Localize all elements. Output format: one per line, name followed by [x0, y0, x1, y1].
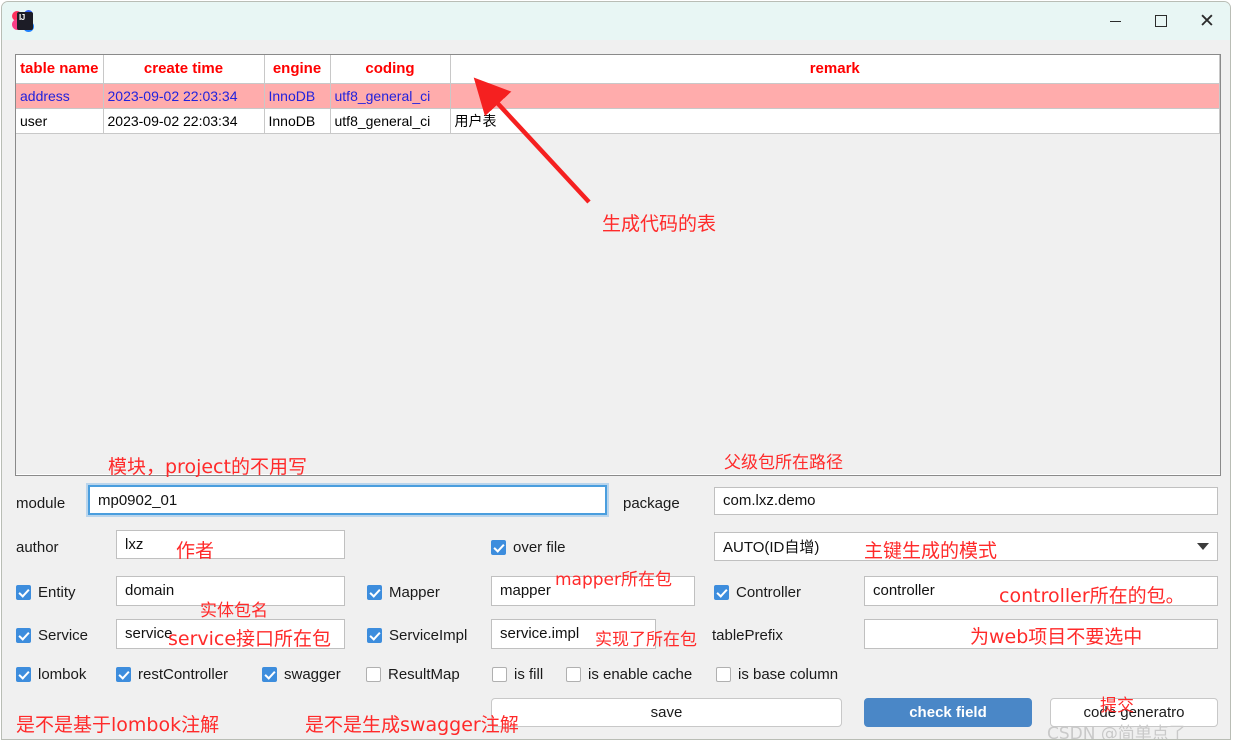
tables-grid[interactable]: table name create time engine coding rem… [15, 54, 1221, 476]
checkbox-box [16, 585, 31, 600]
is-base-column-checkbox[interactable]: is base column [716, 666, 838, 683]
is-base-column-label: is base column [738, 666, 839, 683]
column-header-remark[interactable]: remark [450, 55, 1220, 84]
table-prefix-label: tablePrefix [712, 627, 783, 644]
service-package-input[interactable]: service [116, 619, 345, 649]
lombok-label: lombok [38, 666, 87, 683]
package-input[interactable]: com.lxz.demo [714, 487, 1218, 515]
window-controls: ✕ [1092, 2, 1230, 40]
id-type-value: AUTO(ID自增) [723, 539, 820, 556]
checkbox-box [492, 667, 507, 682]
column-header-coding[interactable]: coding [330, 55, 451, 84]
table-row[interactable]: address 2023-09-02 22:03:34 InnoDB utf8_… [16, 83, 1220, 109]
checkbox-box [16, 667, 31, 682]
title-bar: ✕ [2, 2, 1230, 40]
checkbox-box [714, 585, 729, 600]
author-input[interactable]: lxz [116, 530, 345, 559]
entity-label: Entity [38, 584, 76, 601]
chevron-down-icon [1197, 543, 1209, 550]
column-header-table-name[interactable]: table name [16, 55, 104, 84]
checkbox-box [116, 667, 131, 682]
cell-engine: InnoDB [264, 108, 331, 134]
close-icon[interactable]: ✕ [1184, 2, 1230, 40]
entity-package-input[interactable]: domain [116, 576, 345, 606]
checkbox-box [262, 667, 277, 682]
service-impl-label: ServiceImpl [389, 627, 468, 644]
checkbox-box [366, 667, 381, 682]
checkbox-box [367, 585, 382, 600]
save-button[interactable]: save [491, 698, 842, 727]
lombok-checkbox[interactable]: lombok [16, 666, 86, 683]
intellij-idea-logo-icon [12, 10, 34, 32]
code-generator-button[interactable]: code generatro [1050, 698, 1218, 727]
is-fill-label: is fill [514, 666, 544, 683]
maximize-icon[interactable] [1138, 2, 1184, 40]
application-window: ✕ table name create time engine coding r… [0, 0, 1234, 742]
window-frame: ✕ table name create time engine coding r… [1, 1, 1231, 740]
id-type-select[interactable]: AUTO(ID自增) [714, 532, 1218, 561]
module-label: module [16, 495, 66, 512]
rest-controller-checkbox[interactable]: restController [116, 666, 228, 683]
checkbox-box [367, 628, 382, 643]
check-field-button[interactable]: check field [864, 698, 1032, 727]
checkbox-box [491, 540, 506, 555]
cell-table-name: user [16, 108, 104, 134]
mapper-checkbox[interactable]: Mapper [367, 584, 440, 601]
controller-package-input[interactable]: controller [864, 576, 1218, 606]
cell-create-time: 2023-09-02 22:03:34 [103, 108, 265, 134]
cell-coding: utf8_general_ci [330, 108, 451, 134]
service-checkbox[interactable]: Service [16, 627, 88, 644]
swagger-checkbox[interactable]: swagger [262, 666, 341, 683]
author-label: author [16, 539, 59, 556]
controller-checkbox[interactable]: Controller [714, 584, 801, 601]
cell-remark [450, 83, 1220, 109]
cell-engine: InnoDB [264, 83, 331, 109]
cell-coding: utf8_general_ci [330, 83, 451, 109]
checkbox-box [566, 667, 581, 682]
over-file-checkbox[interactable]: over file [491, 539, 566, 556]
table-row[interactable]: user 2023-09-02 22:03:34 InnoDB utf8_gen… [16, 108, 1220, 134]
generator-form: module mp0902_01 package com.lxz.demo au… [2, 482, 1230, 739]
minimize-icon[interactable] [1092, 2, 1138, 40]
is-fill-checkbox[interactable]: is fill [492, 666, 543, 683]
result-map-checkbox[interactable]: ResultMap [366, 666, 460, 683]
table-prefix-input[interactable] [864, 619, 1218, 649]
checkbox-box [716, 667, 731, 682]
is-enable-cache-checkbox[interactable]: is enable cache [566, 666, 692, 683]
service-impl-package-input[interactable]: service.impl [491, 619, 656, 649]
package-label: package [623, 495, 680, 512]
module-input[interactable]: mp0902_01 [88, 485, 607, 515]
mapper-package-input[interactable]: mapper [491, 576, 695, 606]
swagger-label: swagger [284, 666, 341, 683]
column-header-engine[interactable]: engine [264, 55, 331, 84]
cell-table-name: address [16, 83, 104, 109]
cell-create-time: 2023-09-02 22:03:34 [103, 83, 265, 109]
entity-checkbox[interactable]: Entity [16, 584, 76, 601]
rest-controller-label: restController [138, 666, 229, 683]
service-label: Service [38, 627, 89, 644]
result-map-label: ResultMap [388, 666, 460, 683]
cell-remark: 用户表 [450, 108, 1220, 134]
checkbox-box [16, 628, 31, 643]
table-empty-area [16, 133, 1220, 474]
mapper-label: Mapper [389, 584, 440, 601]
table-header-row: table name create time engine coding rem… [16, 55, 1220, 84]
controller-label: Controller [736, 584, 802, 601]
over-file-label: over file [513, 539, 566, 556]
is-enable-cache-label: is enable cache [588, 666, 693, 683]
column-header-create-time[interactable]: create time [103, 55, 265, 84]
service-impl-checkbox[interactable]: ServiceImpl [367, 627, 467, 644]
